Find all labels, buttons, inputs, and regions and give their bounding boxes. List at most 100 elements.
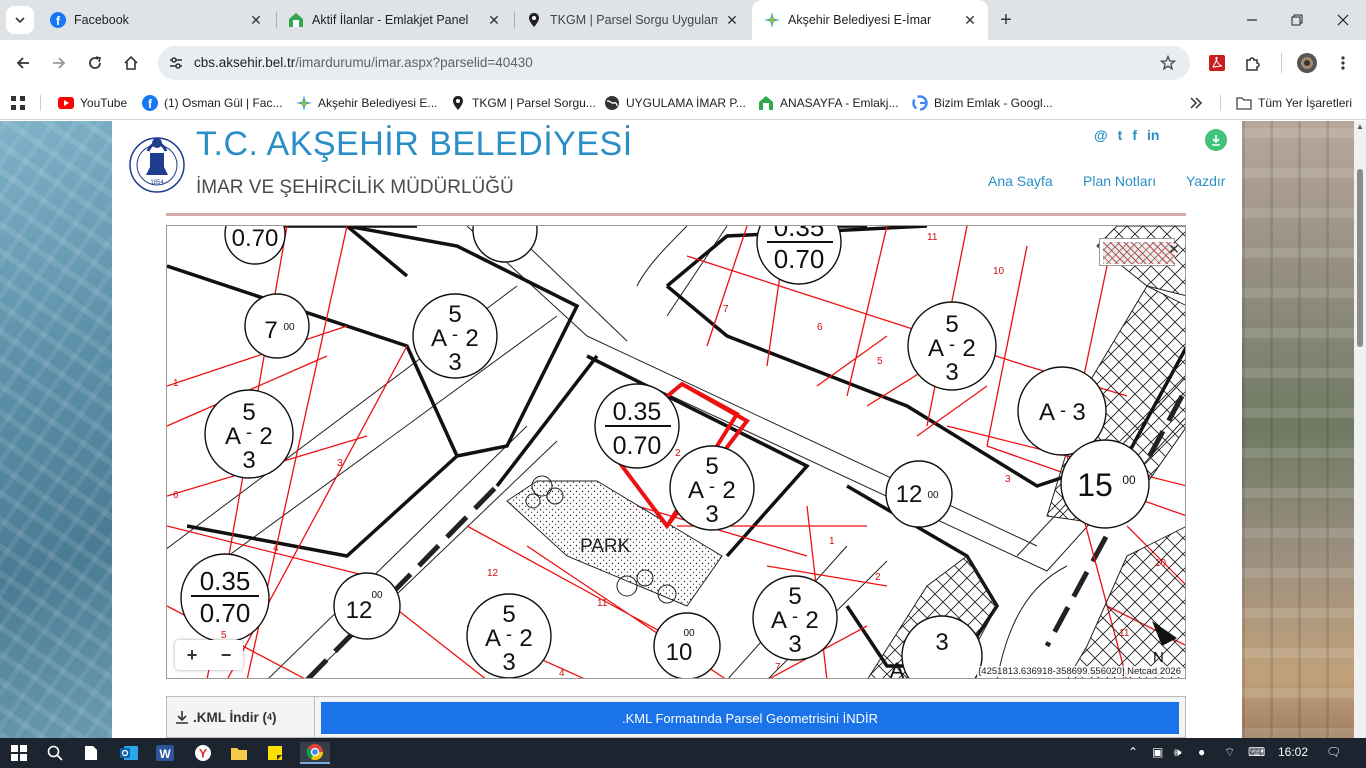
lot-number: 2 [675,448,681,459]
new-tab-button[interactable]: + [994,8,1018,32]
lot-number: 3 [337,458,343,469]
wifi-icon[interactable]: ⌔ [1224,745,1235,760]
all-bookmarks-folder[interactable]: Tüm Yer İşaretleri [1236,92,1352,114]
more-bookmarks-button[interactable] [1188,92,1204,114]
chevron-double-right-icon [1190,97,1203,109]
back-button[interactable] [9,49,37,77]
page-scrollbar[interactable]: ▲ [1354,121,1366,738]
zone-bottom: 3 [242,447,255,474]
zone-bottom: 3 [502,649,515,676]
zoom-out-button[interactable]: − [209,640,243,670]
home-button[interactable] [117,49,145,77]
tab-tkgm[interactable]: TKGM | Parsel Sorgu Uygulamas ✕ [514,0,750,40]
address-bar[interactable]: cbs.aksehir.bel.tr/imardurumu/imar.aspx?… [158,46,1190,80]
reload-button[interactable] [81,49,109,77]
kml-download-button[interactable]: .KML Formatında Parsel Geometrisini İNDİ… [321,702,1179,734]
keyboard-icon[interactable]: ⌨ [1248,745,1265,759]
scrollbar-thumb[interactable] [1357,169,1363,347]
bookmark-bizim-emlak[interactable]: Bizim Emlak - Googl... [912,92,1053,114]
tab-search-button[interactable] [6,6,34,34]
ratio-label: 0.70 [613,432,662,460]
site-info-icon[interactable] [166,53,186,73]
tab-title: Aktif İlanlar - Emlakjet Panel [312,13,469,27]
close-window-button[interactable] [1320,0,1366,40]
chrome-button[interactable] [300,742,330,764]
social-links: @ t f in [1094,127,1159,143]
system-clock[interactable]: 16:02 [1278,745,1308,759]
nav-ana-sayfa[interactable]: Ana Sayfa [988,173,1053,189]
yandex-button[interactable]: Y [190,742,216,764]
zoom-in-button[interactable]: + [175,640,209,670]
bookmark-star-icon[interactable] [1158,53,1178,73]
tray-chevron-icon[interactable]: ⌃ [1128,745,1138,759]
lot-number: 1 [173,378,179,389]
nav-plan-notlari[interactable]: Plan Notları [1083,173,1156,189]
forward-button[interactable] [45,49,73,77]
emlakjet-icon [288,12,304,28]
bookmark-uygulama-imar[interactable]: UYGULAMA İMAR P... [604,92,746,114]
tab-emlakjet[interactable]: Aktif İlanlar - Emlakjet Panel ✕ [276,0,512,40]
bookmark-facebook-profile[interactable]: f (1) Osman Gül | Fac... [142,92,282,114]
scroll-up-icon[interactable]: ▲ [1356,123,1364,131]
kml-label-end: ) [272,709,277,725]
zone-code: 2 [722,477,735,504]
search-button[interactable] [42,742,68,764]
close-icon[interactable]: ✕ [248,12,264,28]
download-button[interactable] [1205,129,1227,151]
profile-button[interactable] [1293,49,1321,77]
minimize-button[interactable] [1229,0,1275,40]
minimize-icon [1247,19,1257,21]
sticky-note-icon [268,746,282,760]
menu-button[interactable] [1329,49,1357,77]
close-icon[interactable]: ✕ [1168,241,1180,258]
zone-letter: A [225,423,241,450]
tray-device-icon[interactable]: ▣ [1152,745,1163,759]
road-width-label: 15 [1077,467,1113,503]
zone-letter: A [688,477,704,504]
close-icon[interactable]: ✕ [486,12,502,28]
volume-icon[interactable]: 🕪 [1174,745,1182,760]
url-path: /imardurumu/imar.aspx?parselid=40430 [295,55,533,70]
tab-facebook[interactable]: f Facebook ✕ [38,0,274,40]
bookmark-emlakjet[interactable]: ANASAYFA - Emlakj... [758,92,898,114]
bookmark-tkgm[interactable]: TKGM | Parsel Sorgu... [450,92,596,114]
file-explorer-button[interactable] [226,742,252,764]
start-button[interactable] [6,742,32,764]
lot-number: 6 [817,322,823,333]
restore-button[interactable] [1274,0,1320,40]
extensions-button[interactable] [1239,49,1267,77]
tray-app-icon[interactable]: ● [1198,745,1205,759]
twitter-icon[interactable]: t [1118,127,1123,143]
email-icon[interactable]: @ [1094,127,1108,143]
zone-dash: - [949,334,955,354]
word-button[interactable]: W [152,742,178,764]
lot-number: 7 [775,662,781,673]
close-icon[interactable]: ✕ [724,12,740,28]
youtube-icon [58,95,74,111]
pdf-extension-button[interactable] [1203,49,1231,77]
outlook-button[interactable] [116,742,142,764]
notifications-icon[interactable]: 🗨 [1326,745,1341,759]
bookmark-youtube[interactable]: YouTube [58,92,127,114]
road-width-label: 7 [264,317,277,344]
bookmark-label: (1) Osman Gül | Fac... [164,96,283,110]
nav-yazdir[interactable]: Yazdır [1186,173,1225,189]
aksehir-logo: 1854 [129,137,185,193]
bookmark-aksehir[interactable]: Akşehir Belediyesi E... [296,92,437,114]
close-icon[interactable]: ✕ [962,12,978,28]
windows-taskbar: W Y ⌃ ▣ 🕪 ● ⌔ ⌨ 16:02 🗨 [0,738,1366,768]
zone-code: 2 [519,625,532,652]
google-icon [912,95,928,111]
sticky-notes-button[interactable] [262,742,288,764]
overview-map[interactable]: ✕ [1099,238,1180,266]
zoning-map-drawing: PARK 0.70 0.35 0.70 0.35 0.70 0.35 0.70 … [167,226,1185,678]
zoning-map[interactable]: PARK 0.70 0.35 0.70 0.35 0.70 0.35 0.70 … [166,225,1186,679]
bookmark-label: Tüm Yer İşaretleri [1258,96,1353,110]
file-icon-button[interactable] [78,742,104,764]
folder-icon [1236,95,1252,111]
pdf-icon [1209,55,1225,71]
facebook-icon[interactable]: f [1132,127,1137,143]
tab-aksehir-eimar[interactable]: Akşehir Belediyesi E-İmar ✕ [752,0,988,40]
linkedin-icon[interactable]: in [1147,127,1159,143]
apps-button[interactable] [10,92,26,114]
